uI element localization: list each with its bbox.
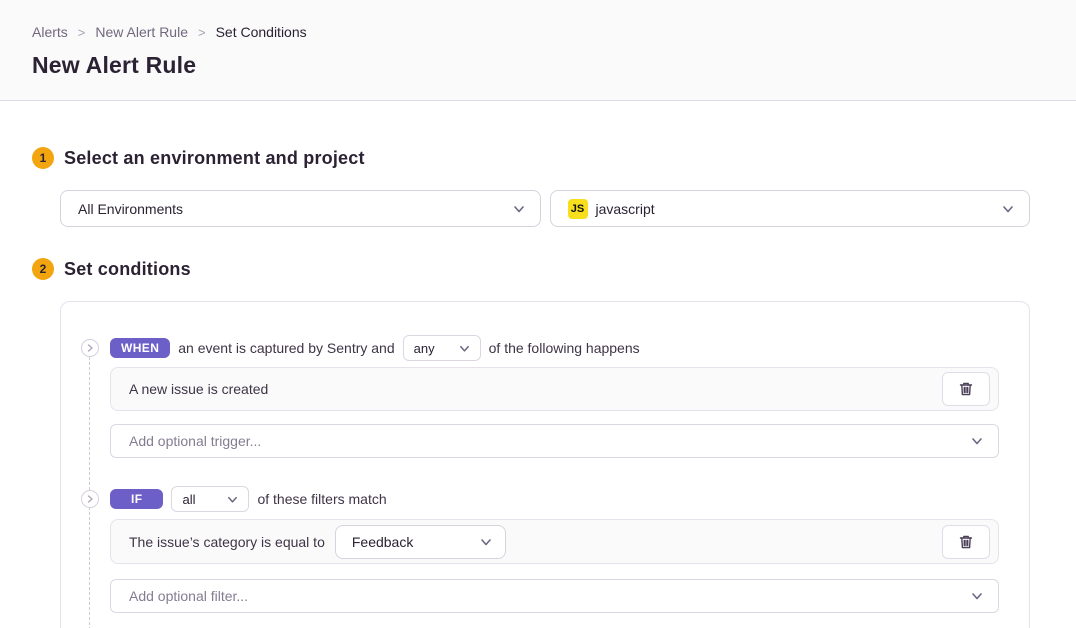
delete-filter-button[interactable] (942, 525, 990, 559)
when-text-after: of the following happens (489, 340, 640, 356)
chevron-down-icon (479, 535, 493, 549)
chevron-down-icon (970, 589, 984, 603)
breadcrumb: Alerts > New Alert Rule > Set Conditions (32, 24, 1044, 40)
when-content: WHEN an event is captured by Sentry and … (110, 337, 999, 458)
step-2-number-badge: 2 (32, 258, 54, 280)
filter-label: The issue’s category is equal to (129, 534, 325, 550)
chevron-down-icon (512, 202, 526, 216)
page-title: New Alert Rule (32, 52, 1044, 79)
if-sentence: IF all of these filters match (110, 488, 999, 510)
if-text-after: of these filters match (257, 491, 386, 507)
trash-icon (958, 534, 974, 550)
filter-row: The issue’s category is equal to Feedbac… (110, 519, 999, 564)
add-optional-trigger-select[interactable]: Add optional trigger... (110, 424, 999, 458)
if-match-select[interactable]: all (171, 486, 249, 512)
drag-handle-icon[interactable] (81, 490, 99, 508)
chevron-down-icon (1001, 202, 1015, 216)
breadcrumb-alerts[interactable]: Alerts (32, 24, 68, 40)
conditions-card: WHEN an event is captured by Sentry and … (60, 301, 1030, 628)
add-filter-placeholder: Add optional filter... (129, 588, 970, 604)
trash-icon (958, 381, 974, 397)
page-header: Alerts > New Alert Rule > Set Conditions… (0, 0, 1076, 101)
javascript-platform-icon: JS (568, 199, 588, 219)
delete-trigger-button[interactable] (942, 372, 990, 406)
project-select[interactable]: JS javascript (550, 190, 1031, 227)
step-1-number-badge: 1 (32, 147, 54, 169)
if-badge: IF (110, 489, 163, 509)
filter-value-select[interactable]: Feedback (335, 525, 506, 559)
breadcrumb-set-conditions: Set Conditions (216, 24, 307, 40)
breadcrumb-new-alert-rule[interactable]: New Alert Rule (95, 24, 188, 40)
environment-select[interactable]: All Environments (60, 190, 541, 227)
environment-select-value: All Environments (78, 201, 512, 217)
add-optional-filter-select[interactable]: Add optional filter... (110, 579, 999, 613)
step-2-heading: 2 Set conditions (32, 258, 1030, 280)
if-match-value: all (182, 492, 212, 507)
environment-project-row: All Environments JS javascript (60, 190, 1030, 227)
if-content: IF all of these filters match The issue’… (110, 488, 999, 613)
when-condition-group: WHEN an event is captured by Sentry and … (81, 337, 999, 458)
step-1-heading: 1 Select an environment and project (32, 147, 1030, 169)
trigger-label: A new issue is created (129, 381, 942, 397)
chevron-down-icon (226, 493, 239, 506)
when-badge: WHEN (110, 338, 170, 358)
when-match-value: any (414, 341, 444, 356)
project-select-value: javascript (596, 201, 1002, 217)
when-sentence: WHEN an event is captured by Sentry and … (110, 337, 999, 359)
when-text-before: an event is captured by Sentry and (178, 340, 394, 356)
step-2-title: Set conditions (64, 259, 191, 280)
breadcrumb-separator: > (198, 25, 206, 40)
if-rail (81, 488, 99, 613)
add-trigger-placeholder: Add optional trigger... (129, 433, 970, 449)
breadcrumb-separator: > (78, 25, 86, 40)
when-rail (81, 337, 99, 458)
drag-handle-icon[interactable] (81, 339, 99, 357)
step-1-title: Select an environment and project (64, 148, 365, 169)
chevron-down-icon (970, 434, 984, 448)
filter-value: Feedback (352, 534, 479, 550)
chevron-down-icon (458, 342, 471, 355)
when-match-select[interactable]: any (403, 335, 481, 361)
trigger-row: A new issue is created (110, 367, 999, 411)
main-content: 1 Select an environment and project All … (0, 101, 1076, 628)
if-condition-group: IF all of these filters match The issue’… (81, 488, 999, 613)
